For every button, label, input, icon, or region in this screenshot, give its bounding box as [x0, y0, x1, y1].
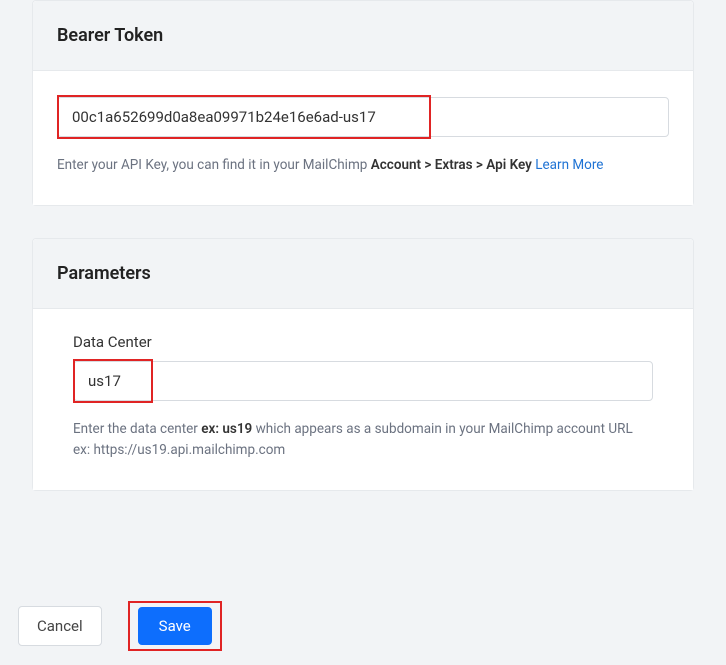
parameters-title: Parameters — [57, 263, 669, 284]
parameters-panel: Parameters Data Center Enter the data ce… — [32, 238, 694, 491]
save-button[interactable]: Save — [138, 607, 212, 645]
actions-bar: Cancel Save — [18, 601, 222, 651]
cancel-button[interactable]: Cancel — [18, 606, 102, 646]
data-center-input[interactable] — [73, 361, 653, 401]
data-center-label: Data Center — [73, 333, 653, 351]
bearer-token-panel: Bearer Token Enter your API Key, you can… — [32, 0, 694, 206]
data-center-help: Enter the data center ex: us19 which app… — [73, 419, 653, 460]
bearer-token-help: Enter your API Key, you can find it in y… — [57, 155, 669, 175]
bearer-token-title: Bearer Token — [57, 25, 669, 46]
bearer-token-header: Bearer Token — [33, 1, 693, 71]
highlight-box: Save — [128, 601, 222, 651]
parameters-header: Parameters — [33, 239, 693, 309]
learn-more-link[interactable]: Learn More — [535, 157, 603, 173]
bearer-token-body: Enter your API Key, you can find it in y… — [33, 71, 693, 205]
bearer-token-input[interactable] — [57, 97, 669, 137]
parameters-body: Data Center Enter the data center ex: us… — [33, 309, 693, 490]
